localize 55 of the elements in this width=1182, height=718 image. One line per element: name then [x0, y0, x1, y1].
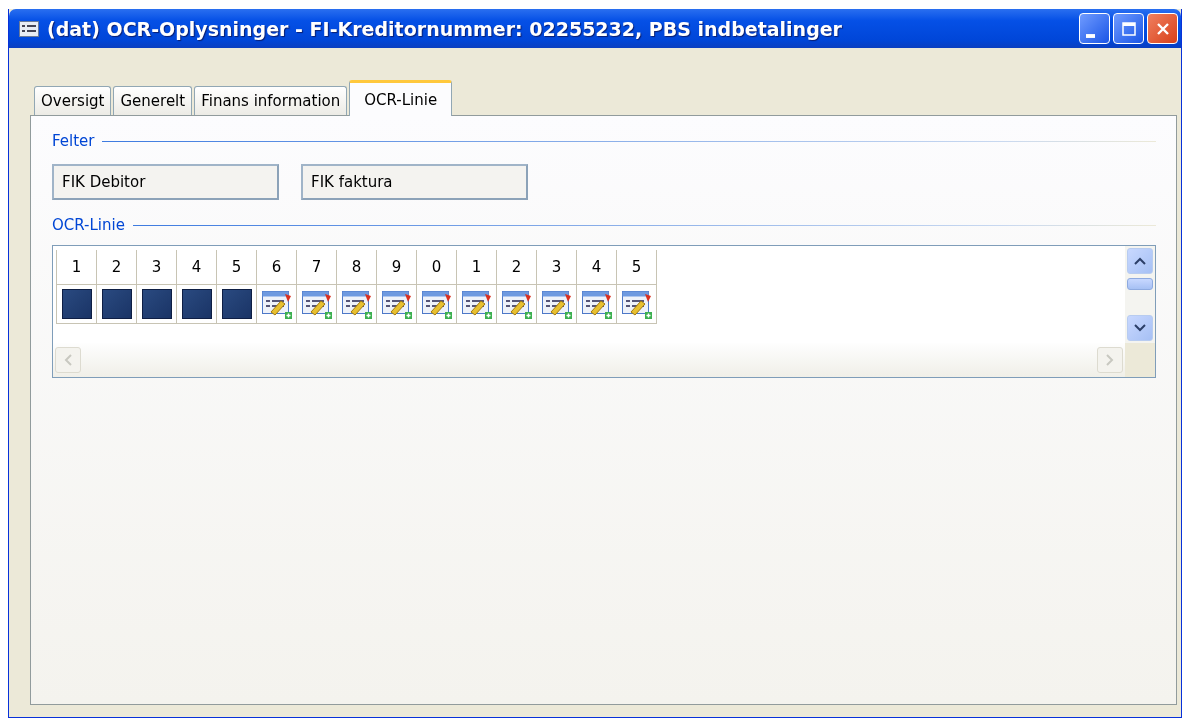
caret-up-icon — [1134, 257, 1146, 265]
close-button[interactable] — [1147, 13, 1178, 44]
column-number: 6 — [256, 250, 297, 285]
filled-block[interactable] — [141, 289, 172, 319]
column-number: 2 — [496, 250, 537, 285]
field-box[interactable]: FIK Debitor — [52, 164, 279, 200]
column-number: 7 — [296, 250, 337, 285]
filled-block[interactable] — [221, 289, 252, 319]
tab[interactable]: Generelt — [113, 86, 193, 115]
field-insert-icon[interactable] — [460, 288, 493, 320]
maximize-button[interactable] — [1113, 13, 1144, 44]
field-insert-icon[interactable] — [340, 288, 373, 320]
column-number: 3 — [536, 250, 577, 285]
minimize-button[interactable] — [1079, 13, 1110, 44]
field-insert-icon[interactable] — [260, 288, 293, 320]
column-number: 5 — [616, 250, 657, 285]
column-number: 2 — [96, 250, 137, 285]
filled-block[interactable] — [61, 289, 92, 319]
field-box[interactable]: FIK faktura — [301, 164, 528, 200]
window-title: (dat) OCR-Oplysninger - FI-Kreditornummer: 02255232, PBS indbetalinger — [47, 17, 843, 40]
column-number: 8 — [336, 250, 377, 285]
scroll-up-button[interactable] — [1127, 248, 1153, 274]
tab[interactable]: Oversigt — [34, 86, 112, 115]
section-heading: OCR-Linie — [52, 216, 125, 234]
field-insert-icon[interactable] — [420, 288, 453, 320]
field-insert-icon[interactable] — [620, 288, 653, 320]
column-number: 5 — [216, 250, 257, 285]
column-number: 4 — [576, 250, 617, 285]
column-number: 1 — [456, 250, 497, 285]
section-heading: Felter — [52, 132, 95, 150]
form-icon — [19, 20, 39, 37]
column-number: 9 — [376, 250, 417, 285]
column-number: 0 — [416, 250, 457, 285]
caret-down-icon — [1134, 324, 1146, 332]
field-insert-icon[interactable] — [500, 288, 533, 320]
caret-right-icon — [1106, 354, 1114, 366]
field-insert-icon[interactable] — [540, 288, 573, 320]
column-number: 4 — [176, 250, 217, 285]
scroll-down-button[interactable] — [1127, 315, 1153, 341]
field-insert-icon[interactable] — [380, 288, 413, 320]
minimize-icon — [1086, 33, 1095, 38]
tab[interactable]: OCR-Linie — [349, 80, 453, 116]
close-icon — [1154, 20, 1171, 37]
scroll-thumb[interactable] — [1127, 278, 1153, 290]
vertical-scrollbar[interactable] — [1125, 246, 1155, 343]
filled-block[interactable] — [181, 289, 212, 319]
column-number: 3 — [136, 250, 177, 285]
column-number: 1 — [56, 250, 97, 285]
field-insert-icon[interactable] — [300, 288, 333, 320]
field-insert-icon[interactable] — [580, 288, 613, 320]
scrollbar-corner — [1125, 343, 1155, 377]
tab[interactable]: Finans information — [194, 86, 348, 115]
filled-block[interactable] — [101, 289, 132, 319]
caret-left-icon — [64, 354, 72, 366]
maximize-icon — [1120, 20, 1137, 37]
